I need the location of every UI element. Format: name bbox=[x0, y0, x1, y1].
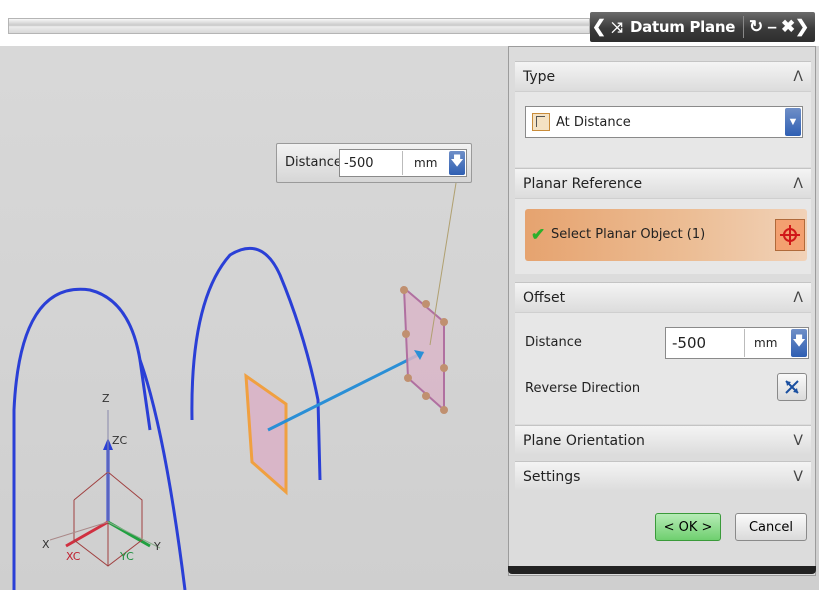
curve-left-arc[interactable] bbox=[138, 359, 187, 590]
section-planar-reference-body: ✔ Select Planar Object (1) bbox=[515, 198, 811, 274]
chevron-up-icon[interactable]: Λ bbox=[793, 176, 803, 192]
reset-icon[interactable]: ↻ bbox=[748, 16, 764, 38]
checkmark-icon: ✔ bbox=[531, 225, 546, 244]
crosshair-icon[interactable] bbox=[775, 219, 805, 251]
float-distance-unit[interactable]: mm bbox=[414, 156, 437, 170]
reverse-direction-icon[interactable] bbox=[777, 373, 807, 401]
section-planar-reference-header[interactable]: Planar Reference Λ bbox=[515, 168, 811, 198]
toolbar-strip bbox=[8, 18, 590, 34]
close-icon[interactable]: ✖ bbox=[780, 16, 796, 38]
float-distance-label: Distance bbox=[285, 155, 342, 170]
axis-label-y: Y bbox=[153, 540, 161, 553]
axis-label-z: Z bbox=[102, 392, 110, 405]
field-divider bbox=[402, 151, 403, 175]
float-distance-field[interactable]: -500 mm 🡇 bbox=[339, 149, 467, 177]
section-plane-orientation-header[interactable]: Plane Orientation V bbox=[515, 425, 811, 455]
axis-label-zc: ZC bbox=[112, 434, 128, 447]
datum-plane-dialog: Type Λ At Distance ▼ Planar Reference Λ … bbox=[508, 46, 816, 576]
chevron-right-icon[interactable]: ❯ bbox=[795, 16, 809, 38]
axis-label-x: X bbox=[42, 538, 50, 551]
panel-bottom-edge bbox=[508, 566, 816, 574]
reference-plane[interactable] bbox=[244, 372, 288, 496]
ok-button[interactable]: < OK > bbox=[655, 513, 721, 541]
down-arrow-icon[interactable]: 🡇 bbox=[449, 151, 465, 175]
type-dropdown[interactable]: At Distance ▼ bbox=[525, 106, 803, 138]
section-type-body: At Distance ▼ bbox=[515, 91, 811, 167]
curve-left[interactable] bbox=[12, 287, 152, 590]
offset-vector bbox=[267, 350, 425, 432]
dialog-titlebar[interactable]: ❮ ⤨ Datum Plane ↻ – ✖ ❯ bbox=[590, 12, 815, 42]
cancel-button[interactable]: Cancel bbox=[735, 513, 807, 541]
distance-field[interactable]: -500 mm 🡇 bbox=[665, 327, 809, 359]
chevron-down-icon[interactable]: ▼ bbox=[785, 108, 801, 136]
chevron-down-icon[interactable]: V bbox=[793, 433, 803, 449]
reverse-direction-label: Reverse Direction bbox=[525, 381, 641, 396]
section-settings-header[interactable]: Settings V bbox=[515, 461, 811, 491]
section-title: Planar Reference bbox=[523, 175, 643, 192]
section-title: Settings bbox=[523, 468, 581, 485]
chevron-down-icon[interactable]: V bbox=[793, 469, 803, 485]
chevron-up-icon[interactable]: Λ bbox=[793, 290, 803, 306]
section-type-header[interactable]: Type Λ bbox=[515, 61, 811, 91]
section-offset-header[interactable]: Offset Λ bbox=[515, 282, 811, 312]
section-title: Offset bbox=[523, 289, 566, 306]
axis-label-xc: XC bbox=[66, 550, 81, 563]
chevron-left-icon[interactable]: ❮ bbox=[590, 16, 608, 38]
field-divider bbox=[744, 329, 745, 357]
chevron-up-icon[interactable]: Λ bbox=[793, 69, 803, 85]
select-planar-object-row[interactable]: ✔ Select Planar Object (1) bbox=[525, 209, 807, 261]
pin-icon[interactable]: ⤨ bbox=[608, 16, 626, 38]
distance-unit[interactable]: mm bbox=[754, 336, 777, 350]
distance-label: Distance bbox=[525, 335, 582, 350]
titlebar-separator bbox=[743, 16, 745, 38]
distance-value[interactable]: -500 bbox=[672, 334, 706, 352]
type-selected-value: At Distance bbox=[556, 114, 631, 130]
float-distance-value[interactable]: -500 bbox=[344, 156, 374, 171]
section-title: Plane Orientation bbox=[523, 432, 645, 449]
minimize-icon[interactable]: – bbox=[764, 16, 780, 38]
axis-label-yc: YC bbox=[119, 550, 134, 563]
down-arrow-icon[interactable]: 🡇 bbox=[791, 329, 807, 357]
section-offset-body: Distance -500 mm 🡇 Reverse Direction bbox=[515, 312, 811, 424]
onscreen-distance-widget[interactable]: Distance -500 mm 🡇 bbox=[276, 143, 472, 183]
at-distance-icon bbox=[532, 113, 550, 131]
section-title: Type bbox=[523, 68, 556, 85]
dialog-title: Datum Plane bbox=[630, 18, 736, 36]
wcs-triad[interactable] bbox=[49, 410, 161, 567]
select-planar-object-label: Select Planar Object (1) bbox=[551, 227, 706, 242]
